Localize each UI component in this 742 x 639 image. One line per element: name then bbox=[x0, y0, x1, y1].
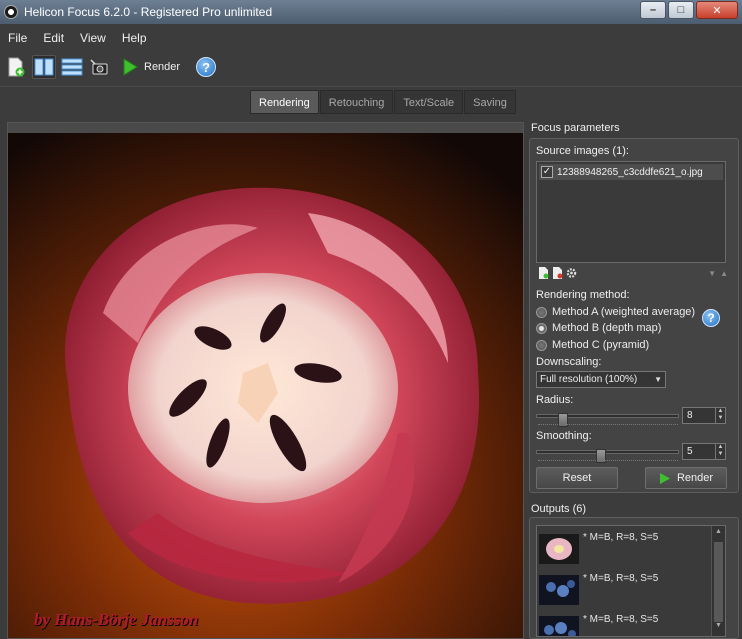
outputs-panel: * M=B, R=8, S=5 * M=B, R=8, S=5 * M=B, R… bbox=[529, 517, 739, 639]
layout-rows-button[interactable] bbox=[60, 55, 84, 79]
reorder-arrows[interactable]: ▼▲ bbox=[708, 269, 732, 278]
camera-button[interactable] bbox=[88, 55, 112, 79]
output-thumbnail bbox=[539, 616, 579, 636]
menu-bar: File Edit View Help bbox=[0, 27, 742, 49]
source-list-actions bbox=[538, 267, 577, 279]
list-item[interactable]: * M=B, R=8, S=5 bbox=[539, 571, 711, 607]
focus-parameters-panel: Source images (1): ✓ 12388948265_c3cddfe… bbox=[529, 138, 739, 493]
rendering-method-label: Rendering method: bbox=[536, 289, 630, 301]
method-c-radio[interactable]: Method C (pyramid) bbox=[536, 339, 649, 351]
output-label: * M=B, R=8, S=5 bbox=[583, 532, 659, 543]
downscaling-select[interactable]: Full resolution (100%) ▼ bbox=[536, 371, 666, 388]
rows-icon bbox=[61, 58, 83, 76]
scroll-up-icon[interactable]: ▲ bbox=[712, 528, 725, 540]
two-panes-icon bbox=[34, 58, 54, 76]
help-button[interactable]: ? bbox=[196, 57, 217, 77]
reset-label: Reset bbox=[562, 472, 592, 484]
toolbar-divider bbox=[0, 86, 742, 87]
outputs-list[interactable]: * M=B, R=8, S=5 * M=B, R=8, S=5 * M=B, R… bbox=[536, 525, 726, 637]
source-images-list[interactable]: ✓ 12388948265_c3cddfe621_o.jpg bbox=[536, 161, 726, 263]
add-images-button[interactable] bbox=[4, 55, 28, 79]
output-thumbnail bbox=[539, 534, 579, 564]
spin-arrows-icon[interactable]: ▲ ▼ bbox=[715, 408, 725, 423]
toolbar: Render ? bbox=[0, 51, 742, 83]
method-b-label: Method B (depth map) bbox=[552, 322, 662, 334]
smoothing-label: Smoothing: bbox=[536, 430, 592, 442]
method-b-radio[interactable]: Method B (depth map) bbox=[536, 322, 661, 334]
render-label: Render bbox=[676, 472, 714, 484]
radius-ticks bbox=[538, 422, 678, 425]
render-toolbar-button[interactable]: Render bbox=[122, 58, 180, 76]
smoothing-ticks bbox=[538, 458, 678, 461]
play-icon bbox=[123, 58, 138, 76]
radio-button-selected[interactable] bbox=[536, 322, 547, 334]
render-toolbar-label: Render bbox=[144, 61, 181, 73]
method-help-button[interactable]: ? bbox=[702, 309, 720, 327]
smoothing-spinbox[interactable]: 5 ▲ ▼ bbox=[682, 443, 726, 460]
radio-button[interactable] bbox=[536, 306, 547, 318]
chevron-down-icon: ▼ bbox=[654, 375, 662, 384]
radius-value: 8 bbox=[687, 410, 693, 421]
window-title: Helicon Focus 6.2.0 - Registered Pro unl… bbox=[24, 5, 273, 19]
camera-icon bbox=[90, 59, 108, 75]
minimize-button[interactable]: – bbox=[640, 1, 666, 19]
radius-spinbox[interactable]: 8 ▲ ▼ bbox=[682, 407, 726, 424]
image-preview[interactable]: by Hans-Börje Jansson bbox=[7, 122, 524, 639]
menu-view[interactable]: View bbox=[72, 31, 114, 45]
menu-edit[interactable]: Edit bbox=[35, 31, 72, 45]
photo-credit: by Hans-Börje Jansson bbox=[34, 610, 199, 629]
play-icon bbox=[659, 472, 670, 484]
tulip-photo bbox=[8, 133, 523, 638]
tab-text-scale[interactable]: Text/Scale bbox=[394, 90, 464, 114]
menu-file[interactable]: File bbox=[0, 31, 35, 45]
layout-two-panes-button[interactable] bbox=[32, 55, 56, 79]
source-image-name: 12388948265_c3cddfe621_o.jpg bbox=[557, 166, 703, 178]
radius-label: Radius: bbox=[536, 394, 574, 406]
outputs-title: Outputs (6) bbox=[531, 503, 587, 515]
smoothing-value: 5 bbox=[687, 446, 693, 457]
tab-saving[interactable]: Saving bbox=[464, 90, 516, 114]
downscaling-value: Full resolution (100%) bbox=[540, 374, 638, 385]
title-bar: Helicon Focus 6.2.0 - Registered Pro unl… bbox=[0, 0, 742, 24]
list-item[interactable]: * M=B, R=8, S=5 bbox=[539, 612, 711, 636]
app-icon bbox=[4, 5, 18, 19]
output-thumbnail bbox=[539, 575, 579, 605]
reset-button[interactable]: Reset bbox=[536, 467, 618, 489]
maximize-button[interactable]: □ bbox=[668, 1, 694, 19]
close-button[interactable]: ✕ bbox=[696, 1, 738, 19]
focus-parameters-title: Focus parameters bbox=[531, 122, 620, 134]
tab-rendering[interactable]: Rendering bbox=[250, 90, 319, 114]
radio-button[interactable] bbox=[536, 339, 547, 351]
main-tabs: Rendering Retouching Text/Scale Saving bbox=[250, 90, 517, 114]
render-button[interactable]: Render bbox=[645, 467, 727, 489]
preview-top-strip bbox=[8, 123, 523, 133]
add-file-icon[interactable] bbox=[538, 267, 549, 279]
window-controls: – □ ✕ bbox=[640, 1, 738, 19]
spin-arrows-icon[interactable]: ▲ ▼ bbox=[715, 444, 725, 459]
smoothing-slider[interactable] bbox=[536, 449, 679, 463]
source-images-label: Source images (1): bbox=[536, 145, 629, 157]
scrollbar-thumb[interactable] bbox=[714, 542, 723, 622]
output-label: * M=B, R=8, S=5 bbox=[583, 573, 659, 584]
output-label: * M=B, R=8, S=5 bbox=[583, 614, 659, 625]
menu-help[interactable]: Help bbox=[114, 31, 155, 45]
list-item[interactable]: * M=B, R=8, S=5 bbox=[539, 530, 711, 566]
scroll-down-icon[interactable]: ▼ bbox=[712, 622, 725, 634]
remove-file-icon[interactable] bbox=[552, 267, 563, 279]
method-c-label: Method C (pyramid) bbox=[552, 339, 650, 351]
source-image-checkbox[interactable]: ✓ bbox=[541, 166, 553, 178]
gear-icon[interactable] bbox=[566, 267, 577, 279]
outputs-scrollbar[interactable]: ▲ ▼ bbox=[711, 526, 725, 636]
downscaling-label: Downscaling: bbox=[536, 356, 602, 368]
add-file-icon bbox=[8, 57, 25, 77]
list-item[interactable]: ✓ 12388948265_c3cddfe621_o.jpg bbox=[539, 164, 723, 180]
method-a-radio[interactable]: Method A (weighted average) bbox=[536, 306, 695, 318]
radius-slider[interactable] bbox=[536, 413, 679, 427]
tab-retouching[interactable]: Retouching bbox=[319, 90, 394, 114]
method-a-label: Method A (weighted average) bbox=[552, 306, 696, 318]
